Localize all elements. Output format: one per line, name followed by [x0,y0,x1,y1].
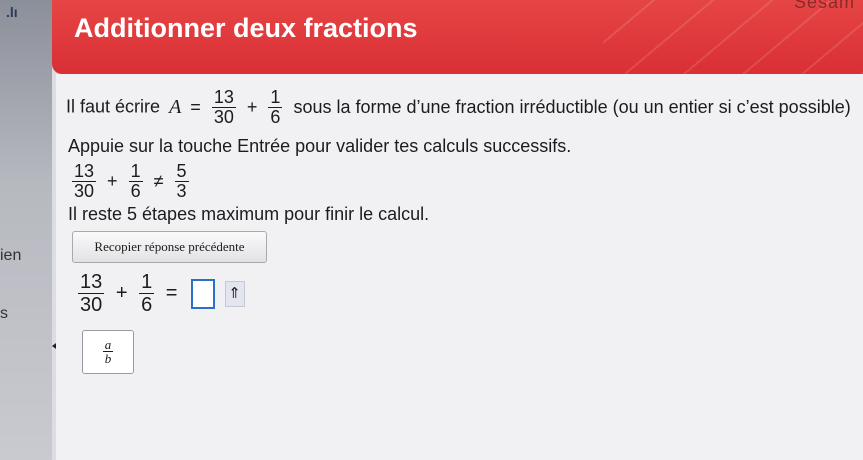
fraction-1-6: 1 6 [139,271,155,316]
numerator: 13 [72,161,97,182]
plus-sign: + [246,96,258,117]
equals-sign: = [190,96,201,117]
header-bar: Additionner deux fractions Sesam [52,0,863,74]
fraction-1-6: 1 6 [268,87,283,128]
fraction-13-30: 13 30 [211,87,236,128]
up-arrow-button[interactable]: ⇑ [224,281,245,307]
signal-icon: .lı [6,4,18,20]
denominator: 6 [130,180,141,201]
current-step: 13 30 + 1 6 = ⇑ [76,272,245,316]
previous-attempt: 13 30 + 1 6 ≠ 5 3 [70,162,191,202]
denominator: 6 [270,106,281,127]
sidebar-label-1: ien [0,247,22,264]
denominator: 30 [80,294,103,316]
copy-previous-answer-button[interactable]: Recopier réponse précédente [72,231,267,263]
exercise-panel: Il faut écrire A = 13 30 + 1 6 sous la f… [56,74,863,460]
instruction-line: Il faut écrire A = 13 30 + 1 6 sous la f… [66,88,851,128]
numerator: 1 [268,87,283,108]
fraction-tool-button[interactable]: a b [82,330,134,374]
var-a: A [169,95,182,118]
instruction-prefix: Il faut écrire [66,96,161,117]
fraction-13-30: 13 30 [78,271,105,316]
numerator: 1 [139,271,155,294]
denominator: 30 [74,180,95,201]
left-sidebar: .lı ien s [0,0,52,460]
fraction-13-30: 13 30 [72,161,97,202]
fraction-tool-icon: a b [102,336,114,367]
numerator: a [102,336,114,353]
denominator: 3 [176,180,187,201]
numerator: 13 [78,271,105,294]
sidebar-label-2: s [0,305,8,322]
instruction-suffix: sous la forme d’une fraction irréductibl… [293,96,851,117]
equals-sign: = [165,282,178,305]
numerator: 5 [174,161,189,182]
answer-input[interactable] [191,279,215,309]
remaining-steps: Il reste 5 étapes maximum pour finir le … [68,204,430,224]
denominator: 6 [141,294,153,316]
numerator: 1 [128,161,143,182]
denominator: 30 [213,106,234,127]
page-title: Additionner deux fractions [74,13,418,43]
plus-sign: + [115,282,128,305]
not-equal-sign: ≠ [153,170,164,191]
brand-text: Sesam [793,0,855,12]
fraction-1-6: 1 6 [128,161,143,202]
fraction-5-3: 5 3 [174,161,189,202]
hint-text: Appuie sur la touche Entrée pour valider… [68,136,572,156]
plus-sign: + [107,170,118,191]
denominator: b [104,351,112,367]
numerator: 13 [211,87,236,108]
